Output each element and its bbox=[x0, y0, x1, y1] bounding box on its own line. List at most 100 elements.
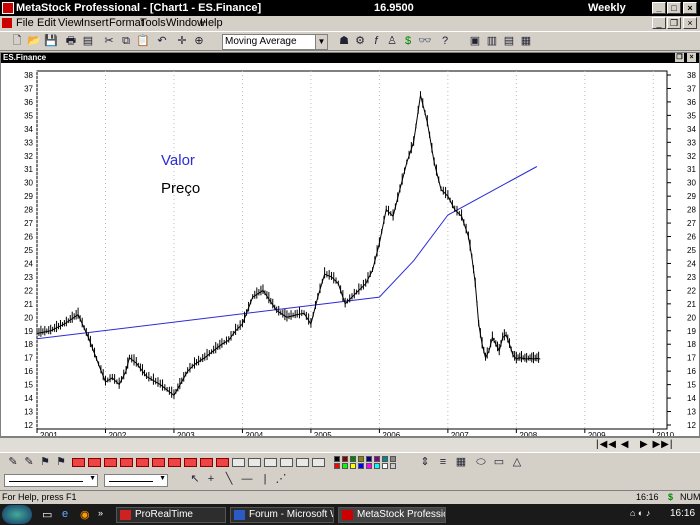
tray-icons[interactable]: ⌂ ◐ ♪ bbox=[630, 508, 650, 518]
task-metastock[interactable]: MetaStock Profession... bbox=[338, 507, 446, 523]
color-palette[interactable] bbox=[334, 456, 398, 469]
zoom-icon[interactable]: ⊕ bbox=[192, 35, 206, 48]
scroll-left-icon[interactable]: |◀◀ ◀ bbox=[596, 439, 629, 450]
palette-swatch[interactable] bbox=[390, 463, 396, 469]
expert-icon[interactable]: ☗ bbox=[337, 35, 351, 48]
chevron-down-icon[interactable]: ▼ bbox=[315, 35, 327, 49]
vertical-line-icon[interactable]: | bbox=[258, 473, 272, 486]
child-close-button[interactable]: × bbox=[683, 17, 697, 29]
price-chart[interactable]: 12 13 14 15 16 17 18 19 20 21 22 23 24 25 26 27 28 29 30 31… bbox=[1, 63, 699, 436]
new-file-icon[interactable]: 🗋 bbox=[10, 35, 24, 48]
open-folder-icon[interactable]: 📂 bbox=[27, 35, 41, 48]
pointer-icon[interactable]: ↖ bbox=[188, 473, 202, 486]
object-tool-icon[interactable] bbox=[120, 458, 133, 467]
cross-tool-icon[interactable]: + bbox=[204, 473, 218, 486]
task-word[interactable]: Forum - Microsoft Word bbox=[230, 507, 334, 523]
formula-icon[interactable]: f bbox=[369, 35, 383, 48]
ellipse-icon[interactable]: ⬭ bbox=[474, 456, 488, 469]
object-tool-icon[interactable] bbox=[168, 458, 181, 467]
layout-icon-4[interactable]: ▦ bbox=[519, 35, 533, 48]
object-tool-icon[interactable] bbox=[184, 458, 197, 467]
object-tool-icon[interactable] bbox=[232, 458, 245, 467]
menu-tools[interactable]: Tools bbox=[140, 17, 166, 29]
line-width-icon[interactable]: ≡ bbox=[436, 456, 450, 469]
start-button[interactable] bbox=[2, 505, 32, 524]
close-button[interactable]: × bbox=[683, 2, 697, 14]
object-tool-icon[interactable] bbox=[72, 458, 85, 467]
palette-swatch[interactable] bbox=[366, 463, 372, 469]
task-prorealtime[interactable]: ProRealTime bbox=[116, 507, 226, 523]
object-tool-icon[interactable] bbox=[248, 458, 261, 467]
maximize-button[interactable]: □ bbox=[667, 2, 681, 14]
palette-swatch[interactable] bbox=[366, 456, 372, 462]
palette-swatch[interactable] bbox=[382, 463, 388, 469]
rectangle-icon[interactable]: ▭ bbox=[492, 456, 506, 469]
palette-swatch[interactable] bbox=[342, 456, 348, 462]
binoculars-icon[interactable]: 👓 bbox=[418, 35, 432, 48]
show-desktop-icon[interactable]: ▭ bbox=[42, 508, 52, 521]
doc-icon[interactable] bbox=[2, 18, 12, 28]
child-restore-button[interactable]: ❐ bbox=[667, 17, 681, 29]
menu-insert[interactable]: Insert bbox=[81, 17, 109, 29]
media-icon[interactable]: ◉ bbox=[80, 508, 90, 521]
indicator-dropdown[interactable]: Moving Average ▼ bbox=[222, 34, 328, 50]
triangle-icon[interactable]: △ bbox=[510, 456, 524, 469]
menu-view[interactable]: View bbox=[58, 17, 82, 29]
palette-swatch[interactable] bbox=[358, 463, 364, 469]
print-preview-icon[interactable]: ▤ bbox=[81, 35, 95, 48]
palette-swatch[interactable] bbox=[374, 456, 380, 462]
line-weight-select[interactable]: ▼ bbox=[104, 474, 168, 487]
palette-swatch[interactable] bbox=[350, 463, 356, 469]
flag-tool-icon[interactable]: ⚑ bbox=[54, 456, 68, 469]
ie-icon[interactable]: e bbox=[62, 508, 68, 520]
palette-swatch[interactable] bbox=[342, 463, 348, 469]
menu-edit[interactable]: Edit bbox=[37, 17, 56, 29]
palette-swatch[interactable] bbox=[334, 463, 340, 469]
palette-swatch[interactable] bbox=[358, 456, 364, 462]
fibonacci-icon[interactable]: ⋰ bbox=[274, 473, 288, 486]
layout-icon-3[interactable]: ▤ bbox=[502, 35, 516, 48]
object-tool-icon[interactable] bbox=[312, 458, 325, 467]
palette-swatch[interactable] bbox=[382, 456, 388, 462]
text-tool-icon[interactable]: ✎ bbox=[6, 456, 20, 469]
palette-swatch[interactable] bbox=[350, 456, 356, 462]
layout-icon-2[interactable]: ▥ bbox=[485, 35, 499, 48]
undo-icon[interactable]: ↶ bbox=[155, 35, 169, 48]
horizontal-line-icon[interactable]: — bbox=[240, 473, 254, 486]
symbol-tool-icon[interactable]: ⚑ bbox=[38, 456, 52, 469]
explorer-icon[interactable]: ⚙ bbox=[353, 35, 367, 48]
child-minimize-button[interactable]: _ bbox=[652, 17, 666, 29]
object-tool-icon[interactable] bbox=[104, 458, 117, 467]
object-tool-icon[interactable] bbox=[136, 458, 149, 467]
object-tool-icon[interactable] bbox=[280, 458, 293, 467]
help-pointer-icon[interactable]: ? bbox=[438, 35, 452, 48]
chart-scrollbar[interactable]: |◀◀ ◀ ▶ ▶▶| bbox=[0, 437, 700, 452]
spin-icon[interactable]: ⇕ bbox=[418, 456, 432, 469]
object-tool-icon[interactable] bbox=[264, 458, 277, 467]
object-tool-icon[interactable] bbox=[200, 458, 213, 467]
save-icon[interactable]: 💾 bbox=[44, 35, 58, 48]
object-tool-icon[interactable] bbox=[216, 458, 229, 467]
layout-icon-1[interactable]: ▣ bbox=[468, 35, 482, 48]
object-tool-icon[interactable] bbox=[88, 458, 101, 467]
system-tester-icon[interactable]: ♙ bbox=[385, 35, 399, 48]
menu-help[interactable]: Help bbox=[200, 17, 223, 29]
cut-icon[interactable]: ✂ bbox=[102, 35, 116, 48]
chevron-down-icon[interactable]: ▼ bbox=[89, 475, 96, 482]
overflow-icon[interactable]: » bbox=[98, 508, 103, 518]
object-tool-icon[interactable] bbox=[152, 458, 165, 467]
crosshair-icon[interactable]: ✛ bbox=[175, 35, 189, 48]
palette-swatch[interactable] bbox=[390, 456, 396, 462]
chart-close-icon[interactable]: × bbox=[687, 53, 696, 62]
paste-icon[interactable]: 📋 bbox=[136, 35, 150, 48]
copy-icon[interactable]: ⧉ bbox=[119, 35, 133, 48]
palette-swatch[interactable] bbox=[374, 463, 380, 469]
chart-restore-icon[interactable]: ❐ bbox=[675, 53, 684, 62]
minimize-button[interactable]: _ bbox=[652, 2, 666, 14]
text-tool-2-icon[interactable]: ✎ bbox=[22, 456, 36, 469]
trendline-icon[interactable]: ╲ bbox=[222, 473, 236, 486]
palette-swatch[interactable] bbox=[334, 456, 340, 462]
print-icon[interactable]: 🖶 bbox=[64, 35, 78, 48]
menu-format[interactable]: Format bbox=[109, 17, 144, 29]
line-style-select[interactable]: ▼ bbox=[4, 474, 98, 487]
